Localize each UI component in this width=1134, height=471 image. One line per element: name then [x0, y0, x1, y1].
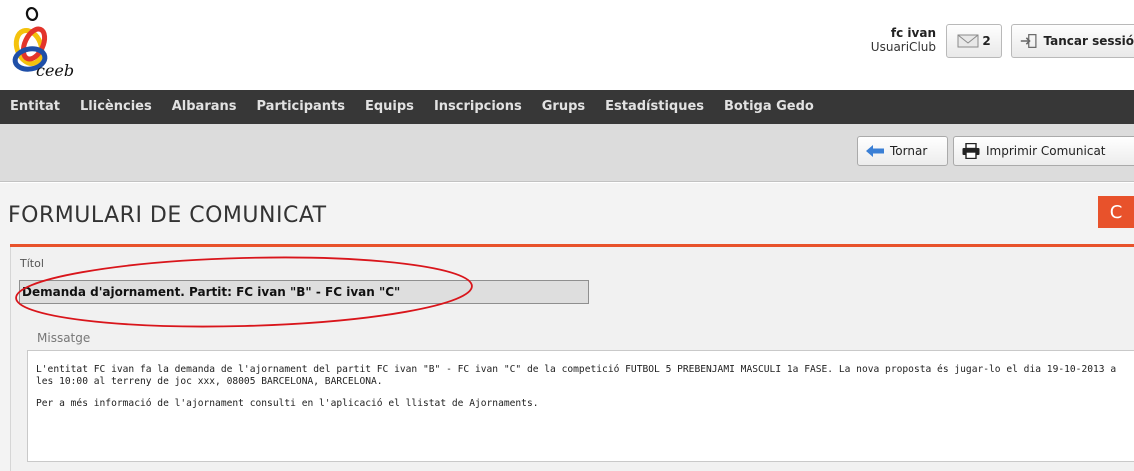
back-button[interactable]: Tornar	[857, 136, 948, 166]
user-name: fc ivan	[890, 26, 936, 40]
message-field-label: Missatge	[37, 331, 91, 345]
header: ceeb fc ivan UsuariClub 2 Tancar sessió	[0, 0, 1134, 90]
logout-label: Tancar sessió	[1043, 34, 1134, 48]
sign-out-icon	[1020, 34, 1037, 48]
back-label: Tornar	[890, 144, 928, 158]
nav-item-estadistiques[interactable]: Estadístiques	[595, 90, 714, 124]
messages-count: 2	[982, 34, 991, 48]
nav-item-entitat[interactable]: Entitat	[0, 90, 70, 124]
messages-button[interactable]: 2	[946, 24, 1002, 58]
logout-button[interactable]: Tancar sessió	[1011, 24, 1134, 58]
toolbar: Tornar Imprimir Comunicat	[0, 124, 1134, 182]
title-field[interactable]: Demanda d'ajornament. Partit: FC ivan "B…	[19, 280, 589, 304]
ceeb-logo[interactable]: ceeb	[6, 4, 86, 84]
message-field[interactable]: L'entitat FC ivan fa la demanda de l'ajo…	[27, 350, 1134, 462]
user-info: fc ivan UsuariClub	[866, 26, 936, 54]
nav-item-inscripcions[interactable]: Inscripcions	[424, 90, 532, 124]
title-field-label: Títol	[20, 257, 44, 270]
nav-item-equips[interactable]: Equips	[355, 90, 424, 124]
printer-icon	[962, 143, 980, 159]
print-button[interactable]: Imprimir Comunicat	[953, 136, 1134, 166]
nav-item-grups[interactable]: Grups	[532, 90, 595, 124]
message-paragraph: Per a més informació de l'ajornament con…	[36, 398, 539, 409]
nav-item-botiga-gedo[interactable]: Botiga Gedo	[714, 90, 824, 124]
section-badge: C	[1098, 196, 1134, 228]
message-paragraph: L'entitat FC ivan fa la demanda de l'ajo…	[36, 364, 1117, 387]
arrow-left-icon	[866, 145, 884, 157]
print-label: Imprimir Comunicat	[986, 144, 1106, 158]
nav-item-albarans[interactable]: Albarans	[162, 90, 247, 124]
svg-text:ceeb: ceeb	[36, 61, 74, 80]
user-role: UsuariClub	[870, 40, 936, 54]
envelope-icon	[957, 34, 979, 48]
nav-item-participants[interactable]: Participants	[247, 90, 355, 124]
nav-item-llicencies[interactable]: Llicències	[70, 90, 162, 124]
page-title: FORMULARI DE COMUNICAT	[8, 203, 327, 228]
main-nav: Entitat Llicències Albarans Participants…	[0, 90, 1134, 124]
